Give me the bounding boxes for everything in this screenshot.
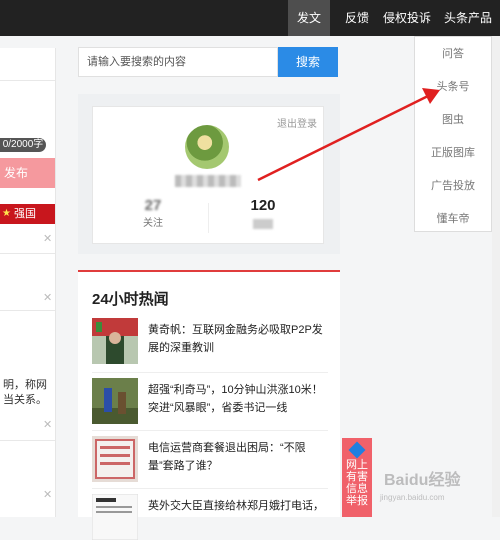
menu-item-tuchong[interactable]: 图虫 xyxy=(415,111,491,127)
divider xyxy=(0,253,55,254)
close-icon[interactable]: ✕ xyxy=(43,488,52,501)
divider xyxy=(92,488,328,489)
search-button[interactable]: 搜索 xyxy=(278,47,338,77)
feed-snippet-line: 当关系。 xyxy=(3,394,47,406)
menu-item-toutiaohao[interactable]: 头条号 xyxy=(415,78,491,94)
news-thumbnail xyxy=(92,494,138,540)
report-label-line: 信息 xyxy=(346,483,368,495)
feed-snippet-line: 明，称网 xyxy=(3,379,47,391)
left-content-column: 0/2000字 发布 ★ 强国 ✕ ✕ 明，称网 当关系。 ✕ ✕ xyxy=(0,48,56,517)
username-blurred[interactable] xyxy=(175,175,241,187)
character-count-badge: 0/2000字 xyxy=(0,138,46,152)
nav-feedback-link[interactable]: 反馈 xyxy=(337,0,377,36)
harmful-info-report-button[interactable]: 网上 有害 信息 举报 xyxy=(342,438,372,517)
news-headline: 电信运营商套餐退出困局：“不限量”套路了谁？ xyxy=(148,442,306,472)
logout-link[interactable]: 退出登录 xyxy=(277,115,317,130)
report-label-line: 有害 xyxy=(346,471,368,483)
baidu-watermark-url: jingyan.baidu.com xyxy=(380,493,445,502)
publish-button[interactable]: 发布 xyxy=(0,158,55,188)
profile-card: 退出登录 27 关注 120 xyxy=(92,106,324,244)
divider xyxy=(92,372,328,373)
close-icon[interactable]: ✕ xyxy=(43,232,52,245)
news-item[interactable]: 电信运营商套餐退出困局：“不限量”套路了谁？ xyxy=(92,436,328,482)
news-thumbnail xyxy=(92,436,138,482)
divider xyxy=(92,430,328,431)
news-thumbnail xyxy=(92,378,138,424)
page-scrollbar[interactable] xyxy=(492,36,500,517)
products-dropdown-menu: 问答 头条号 图虫 正版图库 广告投放 懂车帝 xyxy=(414,36,492,232)
close-icon[interactable]: ✕ xyxy=(43,291,52,304)
news-headline: 英外交大臣直接给林郑月娥打电话， xyxy=(148,500,324,512)
nav-publish-link[interactable]: 发文 xyxy=(288,0,330,36)
menu-item-wenda[interactable]: 问答 xyxy=(415,45,491,61)
hot-news-panel: 24小时热闻 黄奇帆：互联网金融务必吸取P2P发展的深重教训 超强“利奇马”，1… xyxy=(78,270,340,540)
menu-item-dongchedi[interactable]: 懂车帝 xyxy=(415,210,491,226)
flag-icon: ★ xyxy=(2,208,11,219)
followers-count: 120 xyxy=(250,197,276,214)
menu-item-stock-images[interactable]: 正版图库 xyxy=(415,144,491,160)
following-label: 关注 xyxy=(143,218,163,229)
divider xyxy=(0,310,55,311)
news-headline: 黄奇帆：互联网金融务必吸取P2P发展的深重教训 xyxy=(148,324,323,354)
search-input[interactable]: 请输入要搜索的内容 xyxy=(78,47,278,77)
feed-snippet: 明，称网 当关系。 xyxy=(0,378,55,408)
divider xyxy=(208,203,209,233)
menu-item-ads[interactable]: 广告投放 xyxy=(415,177,491,193)
news-headline: 超强“利奇马”，10分钟山洪涨10米！突进“风暴眼”，省委书记一线 xyxy=(148,384,323,414)
avatar[interactable] xyxy=(185,125,229,169)
news-item[interactable]: 黄奇帆：互联网金融务必吸取P2P发展的深重教训 xyxy=(92,318,328,364)
baidu-watermark: Baidu经验 xyxy=(384,472,461,489)
top-navigation-bar: 发文 反馈 侵权投诉 头条产品 xyxy=(0,0,500,36)
banner-label: 强国 xyxy=(14,208,36,220)
report-icon xyxy=(348,441,366,459)
following-count: 27 xyxy=(144,197,162,214)
followers-stat[interactable]: 120 xyxy=(233,197,293,234)
nav-report-link[interactable]: 侵权投诉 xyxy=(380,0,434,36)
left-header-area xyxy=(0,48,55,81)
news-item[interactable]: 英外交大臣直接给林郑月娥打电话， xyxy=(92,494,328,540)
nav-products-menu[interactable]: 头条产品 xyxy=(438,0,498,36)
news-item[interactable]: 超强“利奇马”，10分钟山洪涨10米！突进“风暴眼”，省委书记一线 xyxy=(92,378,328,424)
strong-nation-banner[interactable]: ★ 强国 xyxy=(0,204,55,224)
report-label-line: 网上 xyxy=(346,459,368,471)
hot-news-title: 24小时热闻 xyxy=(92,291,169,308)
following-stat[interactable]: 27 关注 xyxy=(123,197,183,231)
news-thumbnail xyxy=(92,318,138,364)
close-icon[interactable]: ✕ xyxy=(43,418,52,431)
divider xyxy=(0,440,55,441)
report-label-line: 举报 xyxy=(346,495,368,507)
followers-label-blurred xyxy=(253,219,273,229)
